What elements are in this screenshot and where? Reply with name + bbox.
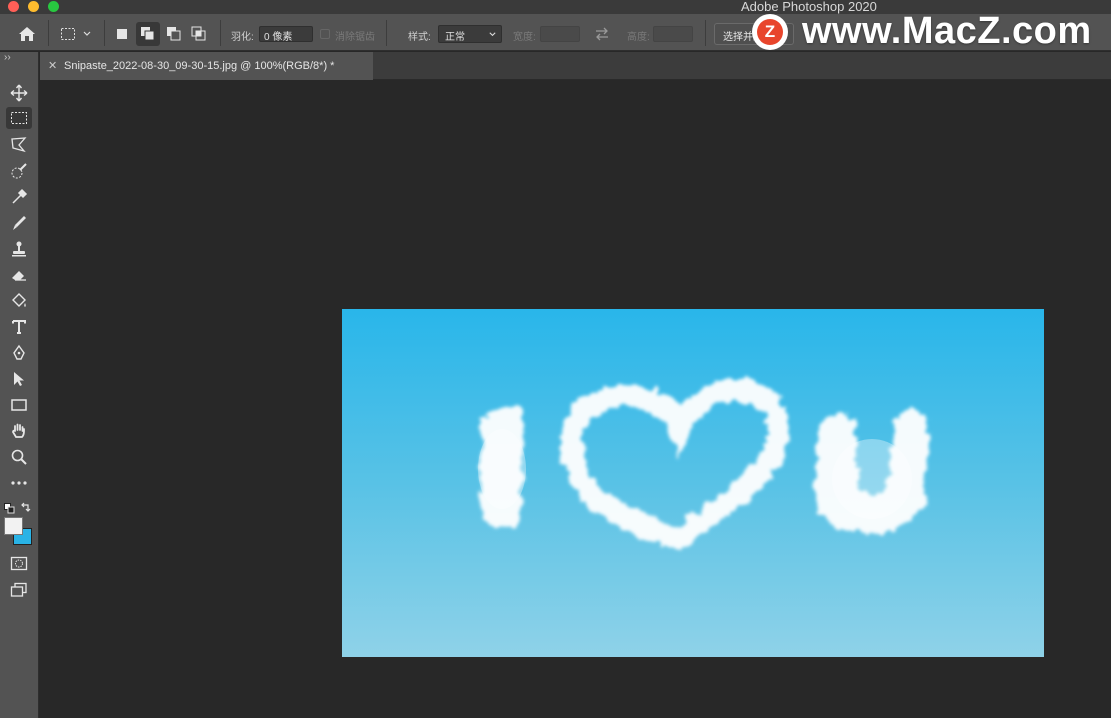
marquee-icon bbox=[11, 112, 27, 124]
new-selection-button[interactable] bbox=[111, 23, 133, 45]
watermark-text: www.MacZ.com bbox=[802, 10, 1092, 52]
quick-mask-icon bbox=[10, 556, 28, 571]
close-window-button[interactable] bbox=[8, 1, 19, 12]
maximize-window-button[interactable] bbox=[48, 1, 59, 12]
stamp-icon bbox=[12, 241, 26, 257]
chevron-down-icon bbox=[489, 32, 496, 37]
cloud-image bbox=[342, 309, 1044, 657]
style-label: 样式: bbox=[408, 32, 431, 43]
paint-bucket-icon bbox=[12, 293, 26, 307]
pen-icon bbox=[13, 344, 25, 360]
swap-icon bbox=[596, 27, 608, 41]
type-tool[interactable] bbox=[6, 316, 32, 338]
marquee-preset-picker[interactable] bbox=[56, 23, 96, 45]
eraser-icon bbox=[12, 271, 26, 281]
polygonal-lasso-icon bbox=[11, 137, 27, 153]
new-selection-icon bbox=[117, 29, 127, 39]
subtract-selection-button[interactable] bbox=[163, 23, 185, 45]
antialias-label: 消除锯齿 bbox=[335, 32, 375, 43]
rectangle-tool[interactable] bbox=[6, 394, 32, 416]
add-to-selection-button[interactable] bbox=[136, 22, 160, 46]
quick-selection-tool[interactable] bbox=[6, 160, 32, 182]
add-selection-icon bbox=[141, 27, 155, 41]
close-tab-icon[interactable]: ✕ bbox=[48, 59, 57, 72]
clone-stamp-tool[interactable] bbox=[6, 238, 32, 260]
antialias-checkbox[interactable] bbox=[320, 29, 330, 39]
expand-panel-icon[interactable]: ›› bbox=[4, 52, 11, 63]
intersect-selection-icon bbox=[191, 26, 206, 41]
type-icon bbox=[12, 320, 26, 334]
minimize-window-button[interactable] bbox=[28, 1, 39, 12]
style-select[interactable]: 正常 bbox=[438, 25, 502, 43]
document-tab[interactable]: ✕ Snipaste_2022-08-30_09-30-15.jpg @ 100… bbox=[40, 52, 373, 80]
subtract-selection-icon bbox=[167, 27, 181, 41]
more-icon bbox=[11, 481, 27, 485]
rectangular-marquee-tool[interactable] bbox=[6, 107, 32, 129]
feather-label: 羽化: bbox=[231, 32, 254, 43]
paint-bucket-tool[interactable] bbox=[6, 290, 32, 312]
more-tools[interactable] bbox=[6, 472, 32, 494]
feather-input[interactable]: 0 像素 bbox=[259, 26, 313, 43]
foreground-color-swatch[interactable] bbox=[4, 517, 23, 535]
style-select-value: 正常 bbox=[445, 32, 465, 43]
swap-colors-icon[interactable] bbox=[20, 500, 31, 518]
screen-mode-button[interactable] bbox=[6, 579, 32, 601]
move-tool[interactable] bbox=[6, 82, 32, 104]
path-selection-icon bbox=[14, 372, 24, 386]
home-button[interactable] bbox=[14, 23, 40, 45]
quick-mask-button[interactable] bbox=[6, 553, 32, 575]
zoom-icon bbox=[11, 449, 27, 465]
document-tab-bar: ✕ Snipaste_2022-08-30_09-30-15.jpg @ 100… bbox=[40, 52, 1111, 80]
brush-tool[interactable] bbox=[6, 212, 32, 234]
swap-dimensions-button[interactable] bbox=[592, 25, 612, 43]
height-label: 高度: bbox=[627, 32, 650, 43]
path-selection-tool[interactable] bbox=[6, 368, 32, 390]
watermark: Z www.MacZ.com bbox=[752, 10, 1092, 53]
rectangle-icon bbox=[11, 399, 27, 411]
eyedropper-icon bbox=[12, 188, 28, 204]
quick-selection-icon bbox=[11, 163, 27, 179]
eraser-tool[interactable] bbox=[6, 264, 32, 286]
hand-icon bbox=[12, 423, 25, 438]
chevron-down-icon bbox=[83, 31, 91, 36]
intersect-selection-button[interactable] bbox=[188, 23, 210, 45]
width-label: 宽度: bbox=[513, 32, 536, 43]
width-input[interactable] bbox=[540, 26, 580, 42]
brush-icon bbox=[13, 216, 26, 230]
document-canvas[interactable] bbox=[342, 309, 1044, 657]
screen-mode-icon bbox=[10, 582, 27, 597]
pen-tool[interactable] bbox=[6, 342, 32, 364]
watermark-logo: Z bbox=[752, 13, 788, 50]
lasso-tool[interactable] bbox=[6, 134, 32, 156]
watermark-badge-letter: Z bbox=[757, 18, 783, 45]
hand-tool[interactable] bbox=[6, 420, 32, 442]
eyedropper-tool[interactable] bbox=[6, 186, 32, 208]
document-tab-label: Snipaste_2022-08-30_09-30-15.jpg @ 100%(… bbox=[64, 60, 335, 72]
tools-panel: ›› bbox=[0, 52, 39, 718]
zoom-tool[interactable] bbox=[6, 446, 32, 468]
height-input[interactable] bbox=[653, 26, 693, 42]
move-icon bbox=[10, 84, 28, 102]
marquee-icon bbox=[61, 28, 75, 40]
home-icon bbox=[19, 27, 35, 41]
